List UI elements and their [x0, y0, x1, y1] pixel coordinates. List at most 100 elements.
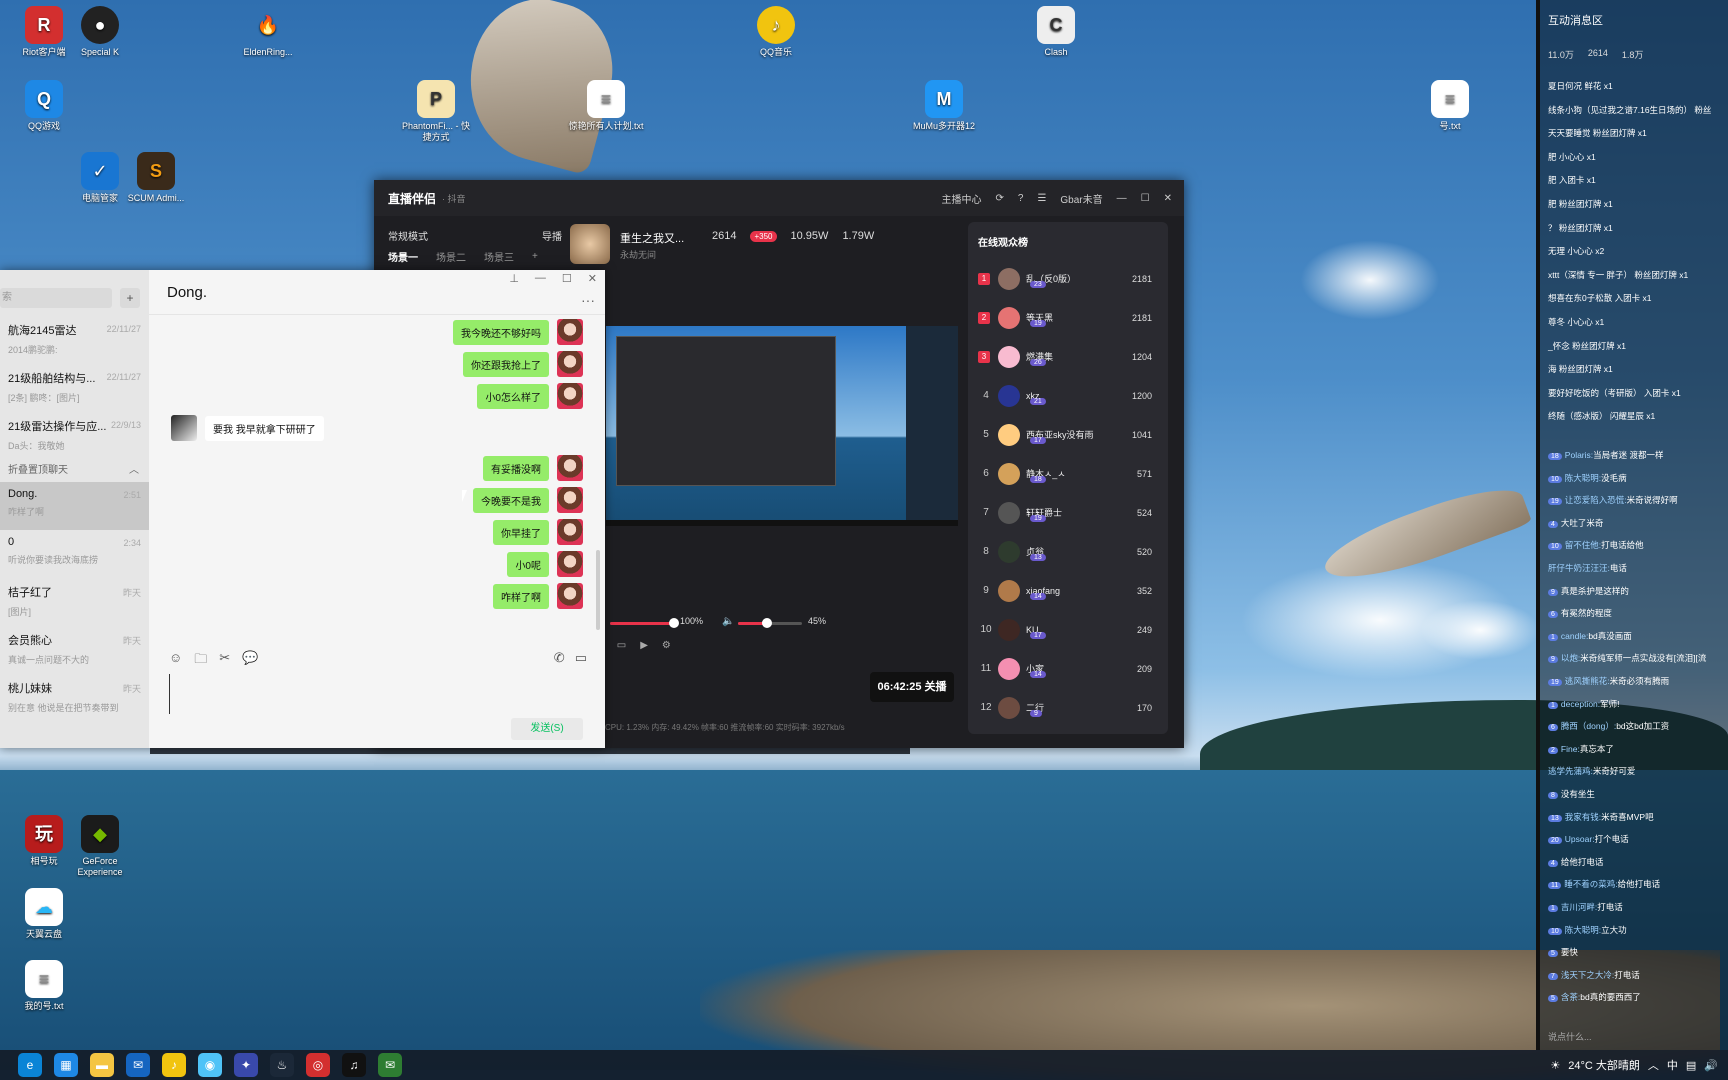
mic-volume-slider[interactable]	[610, 618, 679, 628]
desktop-icon-qqgame[interactable]: Q QQ游戏	[6, 80, 82, 132]
refresh-icon[interactable]: ⟳	[995, 193, 1003, 204]
comment-user[interactable]: candle:	[1561, 631, 1588, 641]
audience-row[interactable]: 3 燃满集 26 1204	[968, 337, 1168, 376]
conversation-item[interactable]: 桔子红了 [图片] 昨天	[0, 578, 149, 626]
avatar[interactable]	[557, 319, 583, 345]
message-bubble[interactable]: 今晚要不是我	[473, 487, 549, 513]
app-icon[interactable]: ✦	[234, 1053, 258, 1077]
audience-row[interactable]: 7 轩轩爵士 19 524	[968, 493, 1168, 532]
audience-row[interactable]: 10 KU 17 249	[968, 610, 1168, 649]
comment-user[interactable]: deception:	[1561, 699, 1600, 709]
audience-row[interactable]: 2 等天黑 19 2181	[968, 298, 1168, 337]
comment-user[interactable]: 含茶:	[1561, 992, 1580, 1002]
netease-icon[interactable]: ◎	[306, 1053, 330, 1077]
comment-user[interactable]: 吉川河畔:	[1561, 902, 1597, 912]
minimize-icon[interactable]: —	[535, 272, 546, 285]
more-icon[interactable]: ···	[581, 292, 595, 308]
end-stream-timer-button[interactable]: 06:42:25 关播	[870, 672, 954, 702]
ime-indicator[interactable]: 中	[1667, 1057, 1678, 1073]
fold-pinned-chats[interactable]: 折叠置顶聊天 ︿	[0, 460, 149, 482]
chat-bubble-icon[interactable]: 💬	[242, 650, 258, 672]
audience-row[interactable]: 11 小家 14 209	[968, 649, 1168, 688]
comment-input[interactable]: 说点什么...	[1548, 1030, 1592, 1043]
tab-scene-2[interactable]: 场景二	[436, 249, 466, 264]
wechat-icon[interactable]: ✉	[378, 1053, 402, 1077]
close-icon[interactable]: ✕	[1164, 193, 1172, 204]
audience-row[interactable]: 5 西布亚sky没有雨 17 1041	[968, 415, 1168, 454]
menu-icon[interactable]: ☰	[1037, 193, 1046, 204]
avatar[interactable]	[557, 383, 583, 409]
pin-icon[interactable]: ⊥	[509, 272, 519, 285]
conversation-item[interactable]: 21级雷达操作与应... Da头：我敬她 22/9/13	[0, 412, 149, 460]
avatar[interactable]	[557, 351, 583, 377]
add-icon[interactable]: +	[120, 288, 140, 308]
file-explorer-icon[interactable]: ▬	[90, 1053, 114, 1077]
help-icon[interactable]: ?	[1018, 193, 1024, 204]
message-bubble[interactable]: 你还跟我抢上了	[463, 351, 549, 377]
message-bubble[interactable]: 咋样了啊	[493, 583, 549, 609]
message-input[interactable]	[169, 674, 170, 714]
scissors-icon[interactable]: ✂	[219, 650, 230, 672]
comment-user[interactable]: 肝仔牛奶汪汪汪:	[1548, 563, 1610, 573]
audience-row[interactable]: 6 静木ㅅ_ㅅ 18 571	[968, 454, 1168, 493]
comment-user[interactable]: 浅天下之大冷:	[1561, 970, 1614, 980]
maximize-icon[interactable]: ☐	[562, 272, 572, 285]
tab-scene-1[interactable]: 场景一	[388, 249, 418, 264]
network-icon[interactable]: ▤	[1686, 1059, 1696, 1072]
conversation-item[interactable]: Dong. 咋样了啊 2:51	[0, 482, 149, 530]
comment-user[interactable]: Polaris:	[1565, 450, 1593, 460]
guide-button[interactable]: 导播	[542, 228, 562, 243]
avatar[interactable]	[557, 487, 583, 513]
tiktok-icon[interactable]: ♫	[342, 1053, 366, 1077]
conversation-item[interactable]: 桃儿妹妹 别在意 他说是在把节奏带到 昨天	[0, 674, 149, 722]
audience-row[interactable]: 8 贞翁 13 520	[968, 532, 1168, 571]
avatar[interactable]	[171, 415, 197, 441]
desktop-icon-tianyi[interactable]: ☁ 天翼云盘	[6, 888, 82, 940]
message-bubble[interactable]: 你早挂了	[493, 519, 549, 545]
conversation-item[interactable]: 航海2145雷达 2014鹏驼鹏: 22/11/27	[0, 316, 149, 364]
send-button[interactable]: 发送(S)	[511, 718, 583, 740]
avatar[interactable]	[557, 551, 583, 577]
desktop-icon-scum[interactable]: S SCUM Admi...	[118, 152, 194, 204]
desktop-icon-txt-my[interactable]: ≡ 我的号.txt	[6, 960, 82, 1012]
emoji-icon[interactable]: ☺	[169, 650, 182, 672]
desktop-icon-txt-hao[interactable]: ≡ 号.txt	[1412, 80, 1488, 132]
message-bubble[interactable]: 要我 我早就拿下研研了	[205, 415, 324, 441]
conversation-item[interactable]: 会员熊心 真诚一点问题不大的 昨天	[0, 626, 149, 674]
weather-text[interactable]: 24°C 大部晴朗	[1568, 1057, 1640, 1073]
message-bubble[interactable]: 有妥播没啊	[483, 455, 549, 481]
avatar[interactable]	[557, 583, 583, 609]
desktop-icon-geforce[interactable]: ◆ GeForce Experience	[62, 815, 138, 878]
speaker-volume-knob[interactable]	[761, 618, 772, 628]
comment-user[interactable]: 逃风撕熊花:	[1565, 676, 1610, 686]
message-bubble[interactable]: 小0呢	[507, 551, 549, 577]
message-scrollbar[interactable]	[596, 550, 600, 630]
steam-icon[interactable]: ♨	[270, 1053, 294, 1077]
desktop-icon-eldenring[interactable]: 🔥 EldenRing...	[230, 6, 306, 58]
mail-icon[interactable]: ✉	[126, 1053, 150, 1077]
comment-user[interactable]: 以炮:	[1561, 653, 1580, 663]
comment-user[interactable]: 让恋爱陷入恐慌:	[1565, 495, 1627, 505]
settings-icon[interactable]: ⚙	[662, 640, 671, 651]
mode-select[interactable]: 常规模式	[388, 228, 428, 243]
avatar[interactable]	[557, 455, 583, 481]
speaker-icon[interactable]: 🔈	[722, 616, 734, 627]
comment-user[interactable]: 陈大聪明:	[1565, 925, 1601, 935]
comment-user[interactable]: 留不住他:	[1565, 540, 1601, 550]
audience-row[interactable]: 1 乱（反0版） 23 2181	[968, 259, 1168, 298]
tab-scene-3[interactable]: 场景三	[484, 249, 514, 264]
audience-row[interactable]: 9 xiaofang 14 352	[968, 571, 1168, 610]
user-name[interactable]: Gbar未音	[1060, 191, 1102, 206]
comment-user[interactable]: 陈大聪明:	[1565, 473, 1601, 483]
add-scene-icon[interactable]: +	[532, 251, 538, 262]
search-input[interactable]: 索	[0, 288, 112, 308]
qq-music-icon[interactable]: ♪	[162, 1053, 186, 1077]
volume-icon[interactable]: 🔊	[1704, 1059, 1718, 1072]
comment-user[interactable]: 逃学先蒲鸡:	[1548, 766, 1593, 776]
message-bubble[interactable]: 我今晚还不够好吗	[453, 319, 549, 345]
video-icon[interactable]: ▶	[640, 640, 648, 651]
chevron-up-icon[interactable]: ︿	[1648, 1057, 1659, 1073]
phone-icon[interactable]: ✆	[554, 650, 565, 666]
maximize-icon[interactable]: ☐	[1141, 193, 1150, 204]
desktop-icon-specialk[interactable]: ● Special K	[62, 6, 138, 58]
